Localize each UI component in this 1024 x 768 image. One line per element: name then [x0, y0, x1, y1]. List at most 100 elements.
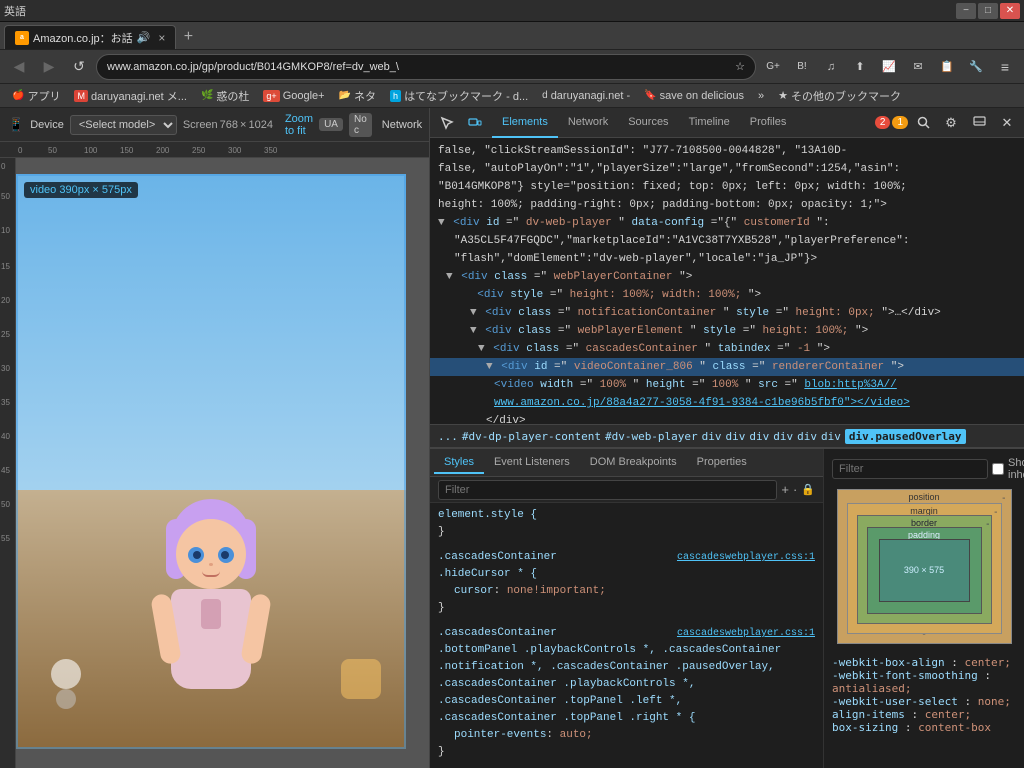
expand-arrow-icon[interactable]: ▼ — [438, 217, 445, 229]
bc-dv-web-player[interactable]: #dv-web-player — [605, 430, 698, 443]
bm-daruna-label: daruyanagi.net - — [551, 90, 631, 102]
bc-div-4[interactable]: div — [773, 430, 793, 443]
styles-tab-styles[interactable]: Styles — [434, 452, 484, 474]
ext-btn-1[interactable]: G+ — [760, 54, 786, 80]
html-content[interactable]: false, "clickStreamSessionId": "J77-7108… — [430, 138, 1024, 424]
bm-neta[interactable]: 📂 ネタ — [335, 86, 380, 106]
html-line-videocontainer[interactable]: ▼ <div id =" videoContainer_806 " class … — [430, 358, 1024, 376]
warning-badge: 1 — [892, 116, 908, 129]
style-selector-line2: .hideCursor * { — [438, 566, 815, 583]
blob-url-link[interactable]: blob:http%3A// — [804, 379, 896, 391]
content-size: 390 × 575 — [904, 565, 944, 576]
style-rule-cursor: cursor: none!important; — [438, 583, 815, 600]
ext-btn-3[interactable]: ♫ — [818, 54, 844, 80]
bc-div-5[interactable]: div — [797, 430, 817, 443]
cascades-source-1[interactable]: cascadeswebplayer.css:1 — [677, 549, 815, 566]
bm-other[interactable]: ★ その他のブックマーク — [774, 86, 905, 106]
close-devtools-icon[interactable]: ✕ — [994, 110, 1020, 136]
tab-profiles[interactable]: Profiles — [740, 108, 797, 138]
ext-btn-6[interactable]: ✉ — [905, 54, 931, 80]
ext-btn-2[interactable]: B! — [789, 54, 815, 80]
video-frame: video 390px × 575px — [16, 174, 406, 749]
network-label: Network — [382, 119, 422, 131]
bm-hatena[interactable]: h はてなブックマーク - d... — [386, 86, 532, 106]
bookmark-icon[interactable]: ☆ — [735, 60, 745, 73]
bm-delicious[interactable]: 🔖 save on delicious — [640, 86, 748, 106]
add-style-icon[interactable]: + — [781, 482, 789, 497]
tab-network[interactable]: Network — [558, 108, 618, 138]
bm-more-button[interactable]: » — [754, 86, 768, 106]
device-model-select[interactable]: <Select model> — [70, 115, 177, 135]
bc-div-2[interactable]: div — [726, 430, 746, 443]
attr-val2: height: 100%; — [763, 325, 849, 337]
bm-apps[interactable]: 🍎 アプリ — [8, 86, 64, 106]
tab-timeline[interactable]: Timeline — [679, 108, 740, 138]
search-icon[interactable] — [910, 110, 936, 136]
reload-button[interactable]: ↺ — [66, 54, 92, 80]
expand-arrow-icon[interactable]: ▼ — [446, 271, 453, 283]
gplus-icon: g+ — [263, 90, 279, 102]
bc-ellipsis[interactable]: ... — [438, 430, 458, 443]
tab-sources[interactable]: Sources — [618, 108, 678, 138]
styles-content[interactable]: element.style { } .cascadesContainer cas… — [430, 503, 823, 768]
html-line: "flash","domElement":"dv-web-player","lo… — [430, 250, 1024, 268]
tab-close-button[interactable]: × — [158, 31, 165, 45]
show-inherited-checkbox[interactable] — [992, 463, 1004, 475]
nav-bar: ◀ ▶ ↺ www.amazon.co.jp/gp/product/B014GM… — [0, 50, 1024, 84]
attr-val2: 100% — [712, 379, 738, 391]
bm-mori[interactable]: 🌿 惑の杜 — [197, 86, 253, 106]
ext-btn-8[interactable]: 🔧 — [963, 54, 989, 80]
settings-icon[interactable]: ⚙ — [938, 110, 964, 136]
styles-tab-props[interactable]: Properties — [687, 452, 757, 474]
expand-arrow-icon[interactable]: ▼ — [470, 307, 477, 319]
prop-val: center; — [964, 656, 1010, 669]
pin-icon[interactable]: 🔒 — [801, 483, 815, 496]
cascades-source-2[interactable]: cascadeswebplayer.css:1 — [677, 625, 815, 642]
breadcrumb-bar: ... #dv-dp-player-content #dv-web-player… — [430, 424, 1024, 448]
zoom-to-fit-button[interactable]: Zoom to fit — [285, 113, 313, 137]
ext-btn-5[interactable]: 📈 — [876, 54, 902, 80]
tab-elements[interactable]: Elements — [492, 108, 558, 138]
maximize-button[interactable]: □ — [978, 3, 998, 19]
daruna-icon: d — [542, 90, 548, 101]
devtools-toolbar: Elements Network Sources Timeline Profil… — [430, 108, 1024, 138]
ext-btn-4[interactable]: ⬆ — [847, 54, 873, 80]
minimize-button[interactable]: − — [956, 3, 976, 19]
style-selector-line: .cascadesContainer cascadeswebplayer.css… — [438, 549, 815, 566]
tag-open: <div — [453, 217, 486, 229]
styles-filter-input[interactable] — [438, 480, 777, 500]
expand-arrow-icon[interactable]: ▼ — [470, 325, 477, 337]
style-selector: element.style { — [438, 507, 815, 524]
bm-gmail[interactable]: M daruyanagi.net メ... — [70, 86, 191, 106]
bc-div-3[interactable]: div — [749, 430, 769, 443]
prop-val: none; — [978, 695, 1011, 708]
bc-div-1[interactable]: div — [702, 430, 722, 443]
video-url-link[interactable]: www.amazon.co.jp/88a4a277-3058-4f91-9384… — [494, 397, 910, 409]
tab-amazon[interactable]: a Amazon.co.jp：お話 🔊 × — [4, 25, 176, 49]
ext-btn-7[interactable]: 📋 — [934, 54, 960, 80]
bc-div-6[interactable]: div — [821, 430, 841, 443]
address-text: www.amazon.co.jp/gp/product/B014GMKOP8/r… — [107, 61, 731, 73]
bc-active-item[interactable]: div.pausedOverlay — [845, 429, 966, 444]
styles-tabs: Styles Event Listeners DOM Breakpoints P… — [430, 449, 823, 477]
styles-tab-dom[interactable]: DOM Breakpoints — [580, 452, 687, 474]
address-bar[interactable]: www.amazon.co.jp/gp/product/B014GMKOP8/r… — [96, 54, 756, 80]
title-bar: 英語 − □ ✕ — [0, 0, 1024, 22]
bm-daruna[interactable]: d daruyanagi.net - — [538, 86, 634, 106]
bc-dv-dp-player-content[interactable]: #dv-dp-player-content — [462, 430, 601, 443]
device-mode-icon[interactable]: 📱 — [8, 113, 24, 137]
menu-button[interactable]: ≡ — [992, 54, 1018, 80]
close-button[interactable]: ✕ — [1000, 3, 1020, 19]
dock-icon[interactable] — [966, 110, 992, 136]
bm-filter-input[interactable] — [832, 459, 988, 479]
toggle-classes-icon[interactable]: · — [793, 482, 797, 497]
inspect-element-icon[interactable] — [434, 110, 460, 136]
new-tab-button[interactable]: + — [176, 25, 200, 49]
forward-button[interactable]: ▶ — [36, 54, 62, 80]
bm-gplus[interactable]: g+ Google+ — [259, 86, 328, 106]
styles-tab-events[interactable]: Event Listeners — [484, 452, 580, 474]
device-mode-toggle-icon[interactable] — [462, 110, 488, 136]
expand-arrow-icon[interactable]: ▼ — [486, 361, 493, 373]
expand-arrow-icon[interactable]: ▼ — [478, 343, 485, 355]
back-button[interactable]: ◀ — [6, 54, 32, 80]
